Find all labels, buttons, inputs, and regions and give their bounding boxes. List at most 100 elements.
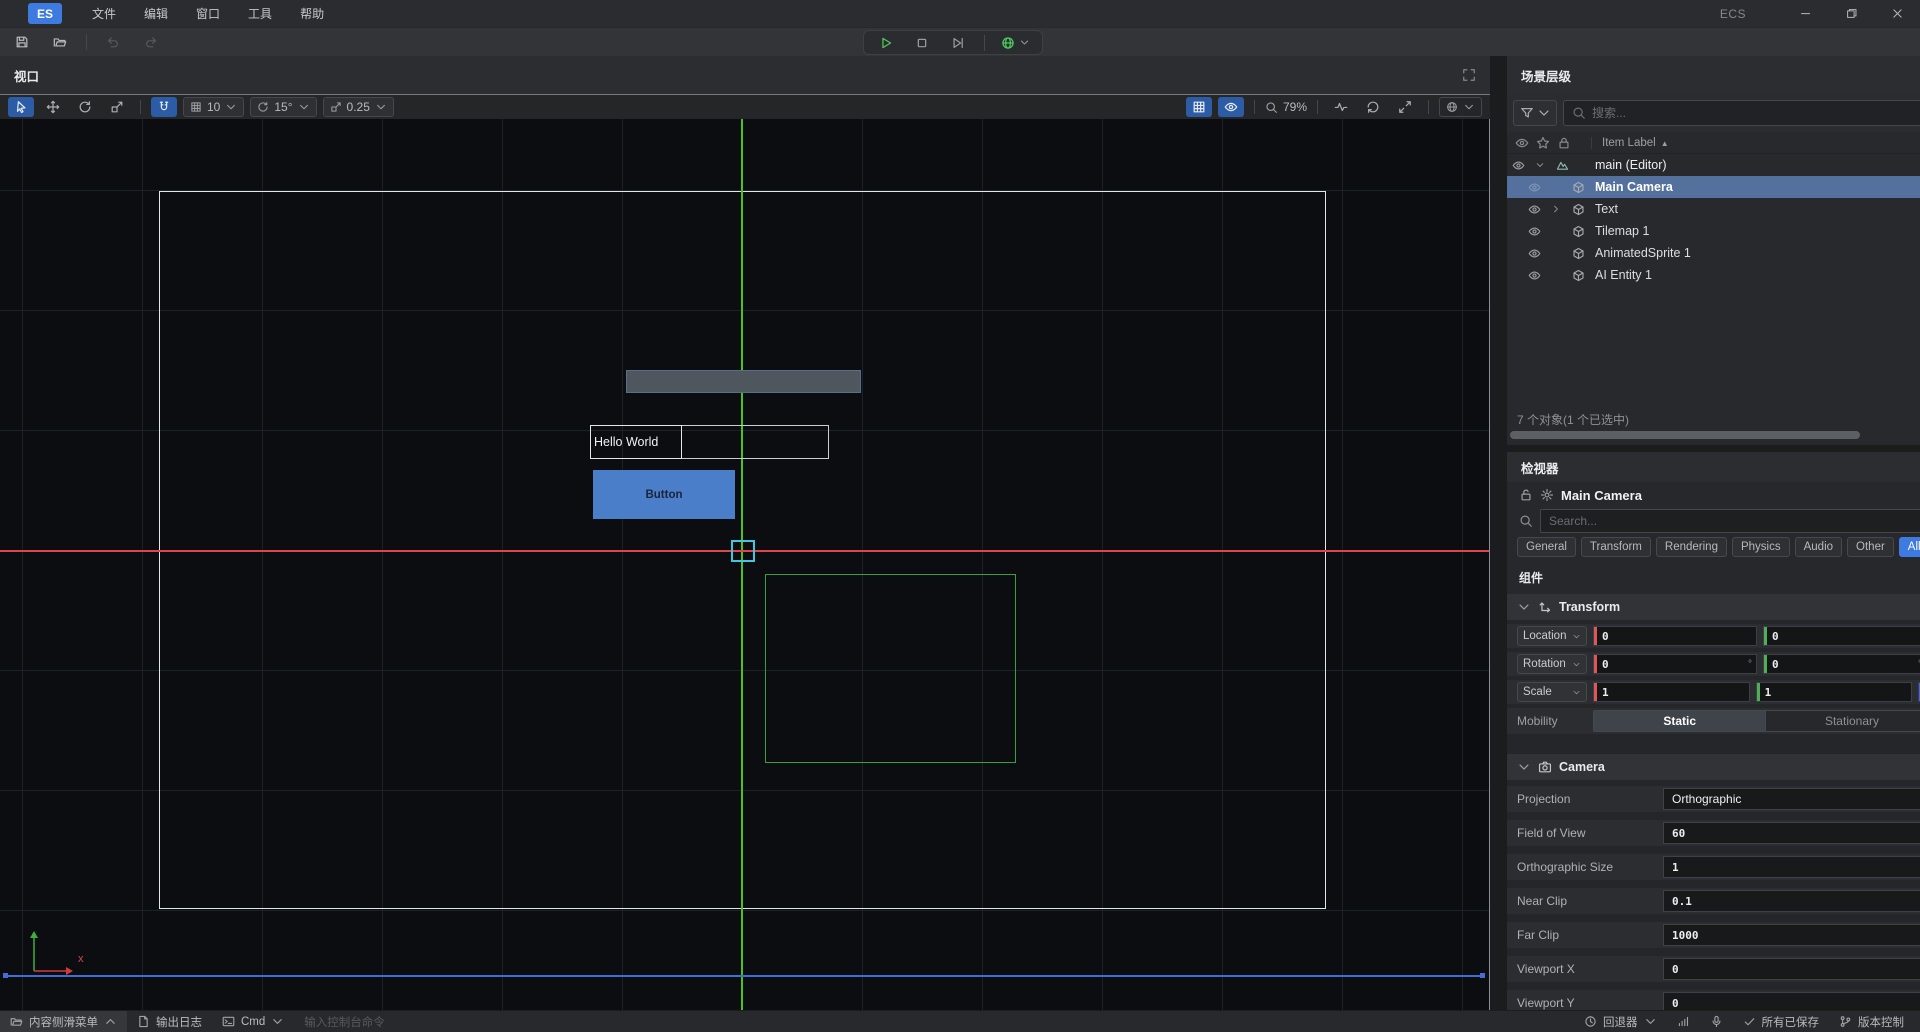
text-widget[interactable]: Hello World [590, 425, 829, 459]
rotation-y-field[interactable] [1763, 654, 1920, 674]
move-tool-button[interactable] [40, 97, 66, 117]
field-of-view-input[interactable] [1664, 827, 1920, 840]
column-item-label[interactable]: Item Label [1591, 137, 1920, 149]
viewport-y-input[interactable] [1664, 997, 1920, 1010]
show-grid-button[interactable] [1186, 97, 1212, 117]
scale-snap-dropdown[interactable]: 0.25 [323, 97, 394, 117]
filter-dropdown[interactable] [1513, 100, 1557, 126]
maximize-button[interactable] [1828, 0, 1874, 27]
menu-window[interactable]: 窗口 [196, 5, 220, 22]
expand-panel-icon[interactable] [1462, 68, 1476, 82]
eye-icon[interactable] [1528, 247, 1541, 260]
tab-other[interactable]: Other [1847, 537, 1894, 557]
scale-y-input[interactable] [1760, 686, 1912, 699]
reset-view-button[interactable] [1360, 97, 1386, 117]
panel-splitter[interactable] [1507, 445, 1920, 452]
save-button[interactable] [10, 31, 34, 53]
rotate-tool-button[interactable] [72, 97, 98, 117]
far-clip-field[interactable] [1663, 924, 1920, 946]
rotation-y-input[interactable] [1767, 658, 1918, 671]
select-tool-button[interactable] [8, 97, 34, 117]
tab-audio[interactable]: Audio [1795, 537, 1842, 557]
chevron-right-icon[interactable] [1551, 204, 1561, 214]
undo-button[interactable] [101, 31, 125, 53]
menu-edit[interactable]: 编辑 [144, 5, 168, 22]
open-button[interactable] [48, 31, 72, 53]
mobility-stationary[interactable]: Stationary [1766, 711, 1920, 731]
play-button[interactable] [876, 32, 896, 54]
button-widget[interactable]: Button [593, 470, 735, 519]
star-column-icon[interactable] [1536, 136, 1550, 150]
viewport-y-field[interactable] [1663, 992, 1920, 1010]
eye-icon[interactable] [1528, 225, 1541, 238]
viewport-x-input[interactable] [1664, 963, 1920, 976]
stats-button[interactable] [1328, 97, 1354, 117]
content-drawer-button[interactable]: 内容侧滑菜单 [0, 1011, 127, 1032]
near-clip-field[interactable] [1663, 890, 1920, 912]
entity-bounds-rect[interactable] [765, 574, 1016, 763]
orthographic-size-input[interactable] [1664, 861, 1920, 874]
rotate-snap-dropdown[interactable]: 15° [250, 97, 316, 117]
minimize-button[interactable] [1782, 0, 1828, 27]
hierarchy-horizontal-scrollbar[interactable] [1507, 429, 1920, 441]
tree-row-tilemap[interactable]: Tilemap 1 TransformComponent [1507, 220, 1920, 242]
tree-row-text[interactable]: Text UITextComponent [1507, 198, 1920, 220]
camera-gizmo[interactable] [731, 540, 755, 562]
stop-button[interactable] [912, 32, 932, 54]
location-dropdown[interactable]: Location [1517, 626, 1587, 646]
microphone-button[interactable] [1700, 1011, 1733, 1032]
scene-canvas[interactable]: Hello World Button x [0, 119, 1490, 1010]
zoom-control[interactable]: 79% [1265, 100, 1307, 114]
eye-icon[interactable] [1512, 159, 1525, 172]
field-of-view-field[interactable] [1663, 822, 1920, 844]
location-y-input[interactable] [1767, 630, 1920, 643]
scale-tool-button[interactable] [104, 97, 130, 117]
save-status[interactable]: 所有已保存 [1733, 1011, 1830, 1032]
grid-snap-dropdown[interactable]: 10 [183, 97, 244, 117]
tab-all[interactable]: All [1899, 537, 1920, 557]
menu-tools[interactable]: 工具 [248, 5, 272, 22]
scale-x-input[interactable] [1597, 686, 1749, 699]
location-y-field[interactable] [1763, 626, 1920, 646]
near-clip-input[interactable] [1664, 895, 1920, 908]
step-button[interactable] [948, 32, 968, 54]
tree-row-ai-entity[interactable]: AI Entity 1 TransformComponent [1507, 264, 1920, 286]
menu-help[interactable]: 帮助 [300, 5, 324, 22]
lock-column-icon[interactable] [1557, 136, 1571, 150]
console-command-input[interactable]: 输入控制台命令 [294, 1011, 395, 1032]
scale-y-field[interactable] [1756, 682, 1913, 702]
mobility-static[interactable]: Static [1594, 711, 1766, 731]
rotation-dropdown[interactable]: Rotation [1517, 654, 1587, 674]
redo-button[interactable] [139, 31, 163, 53]
panel-widget[interactable] [626, 370, 861, 393]
tree-row-animatedsprite[interactable]: AnimatedSprite 1 TransformComponent [1507, 242, 1920, 264]
location-x-field[interactable] [1593, 626, 1757, 646]
app-logo[interactable]: ES [28, 3, 62, 24]
camera-section-header[interactable]: Camera [1507, 754, 1920, 780]
hierarchy-search[interactable] [1563, 100, 1920, 126]
lock-open-icon[interactable] [1519, 488, 1533, 502]
visibility-button[interactable] [1218, 97, 1244, 117]
scale-dropdown[interactable]: Scale [1517, 682, 1587, 702]
network-status-button[interactable] [1667, 1011, 1700, 1032]
tab-transform[interactable]: Transform [1581, 537, 1651, 557]
tab-rendering[interactable]: Rendering [1656, 537, 1727, 557]
inspector-search-box[interactable] [1540, 509, 1920, 533]
chevron-down-icon[interactable] [1517, 760, 1531, 774]
tab-physics[interactable]: Physics [1732, 537, 1790, 557]
viewport-x-field[interactable] [1663, 958, 1920, 980]
eye-icon[interactable] [1528, 181, 1541, 194]
eye-icon[interactable] [1528, 269, 1541, 282]
cmd-dropdown[interactable]: Cmd [212, 1011, 294, 1032]
gear-icon[interactable] [1540, 488, 1554, 502]
rotation-x-field[interactable] [1593, 654, 1757, 674]
eye-icon[interactable] [1528, 203, 1541, 216]
tab-general[interactable]: General [1517, 537, 1576, 557]
hierarchy-search-input[interactable] [1592, 106, 1920, 120]
chevron-down-icon[interactable] [1535, 160, 1545, 170]
rollback-dropdown[interactable]: 回退器 [1574, 1011, 1667, 1032]
launch-target-dropdown[interactable] [1001, 36, 1030, 50]
tree-row-main[interactable]: main (Editor) World [1507, 154, 1920, 176]
snap-toggle-button[interactable] [151, 97, 177, 117]
inspector-search-input[interactable] [1549, 514, 1920, 528]
